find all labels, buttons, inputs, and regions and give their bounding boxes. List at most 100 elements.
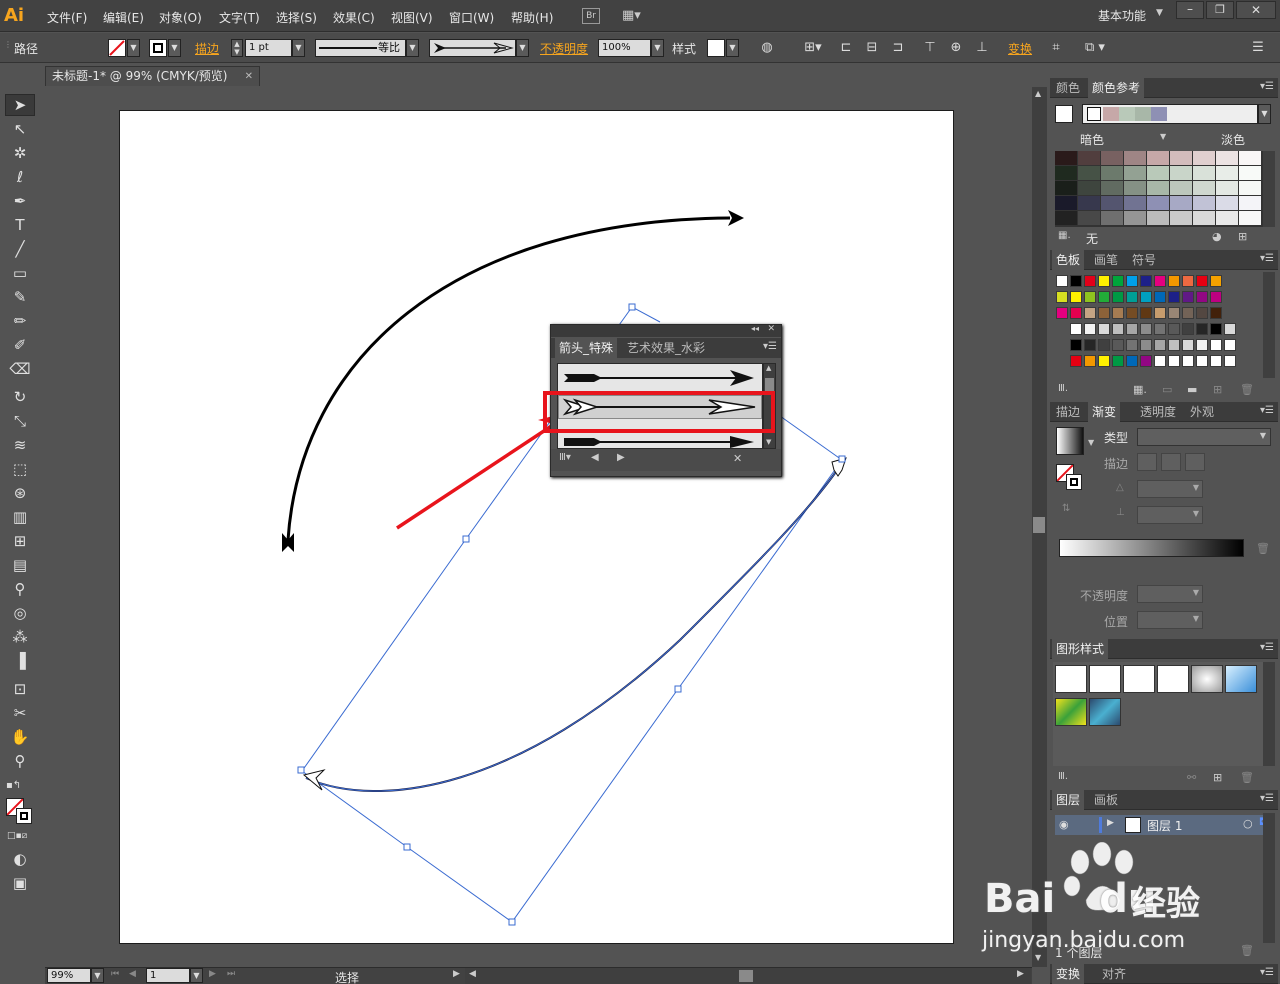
next-artboard-icon[interactable]: ▶ [209,969,216,979]
graphic-style-blue-texture[interactable] [1089,698,1121,726]
swatch[interactable] [1084,323,1096,335]
color-guide-cell[interactable] [1239,181,1261,195]
layers-scrollbar[interactable] [1263,813,1275,943]
swatch[interactable] [1168,323,1180,335]
gradient-position-input[interactable]: ▼ [1137,611,1203,629]
swatch[interactable] [1126,275,1138,287]
delete-graphic-style-icon[interactable]: 🗑 [1240,771,1254,784]
swatch[interactable] [1210,323,1222,335]
show-swatch-kinds-icon[interactable]: ▦. [1133,383,1147,396]
tab-color[interactable]: 颜色 [1052,78,1084,98]
color-guide-grid[interactable] [1055,151,1263,227]
color-guide-cell[interactable] [1055,151,1077,165]
gradient-type-select[interactable]: ▼ [1137,428,1271,446]
color-guide-cell[interactable] [1124,196,1146,210]
scroll-down-icon[interactable]: ▼ [766,438,771,446]
status-menu-arrow[interactable]: ▶ [453,969,460,979]
restore-button[interactable]: ❐ [1206,1,1234,19]
graphic-styles-scrollbar[interactable] [1263,662,1275,766]
delete-layer-icon[interactable]: 🗑 [1240,944,1254,957]
swatch[interactable] [1070,275,1082,287]
color-guide-cell[interactable] [1078,181,1100,195]
swatches-menu-icon[interactable]: ▾☰ [1260,253,1274,264]
first-artboard-icon[interactable]: ⏮ [111,969,119,979]
tab-swatches[interactable]: 色板 [1052,250,1085,270]
color-guide-cell[interactable] [1216,166,1238,180]
swatch[interactable] [1168,307,1180,319]
graphic-style-no-fill[interactable] [1157,665,1189,693]
color-guide-cell[interactable] [1055,181,1077,195]
swatch[interactable] [1182,355,1194,367]
gradient-menu-icon[interactable]: ▾☰ [1260,405,1274,416]
artwork-layer[interactable] [0,0,1032,966]
tab-brushes[interactable]: 画笔 [1090,250,1122,270]
horizontal-scrollbar[interactable]: ◀ ▶ [465,968,1031,984]
color-guide-cell[interactable] [1147,166,1169,180]
swatch[interactable] [1098,291,1110,303]
color-guide-cell[interactable] [1193,181,1215,195]
swatch[interactable] [1210,291,1222,303]
harmony-swatch[interactable] [1119,107,1135,121]
swatch[interactable] [1098,275,1110,287]
swatch[interactable] [1140,355,1152,367]
gradient-slider[interactable] [1059,539,1244,557]
swatch[interactable] [1112,291,1124,303]
swatch[interactable] [1154,323,1166,335]
color-guide-cell[interactable] [1078,151,1100,165]
swatch[interactable] [1210,275,1222,287]
swatch[interactable] [1196,323,1208,335]
tab-arrows-special[interactable]: 箭头_特殊 [555,338,618,358]
swatch[interactable] [1140,339,1152,351]
harmony-swatch[interactable] [1151,107,1167,121]
tab-stroke[interactable]: 描边 [1052,402,1084,422]
graphic-style-green-yellow[interactable] [1055,698,1087,726]
canvas-vertical-scrollbar[interactable]: ▲ ▼ [1032,87,1047,967]
color-guide-cell[interactable] [1124,181,1146,195]
delete-stop-icon[interactable]: 🗑 [1256,542,1270,555]
base-color-swatch[interactable] [1055,105,1073,123]
color-guide-cell[interactable] [1055,211,1077,225]
close-panel-icon[interactable]: ✕ [767,324,775,334]
tab-transparency[interactable]: 透明度 [1136,402,1180,422]
color-guide-cell[interactable] [1216,211,1238,225]
visibility-eye-icon[interactable]: ◉ [1059,818,1069,831]
swatches-grid[interactable] [1052,272,1262,380]
swatch[interactable] [1140,291,1152,303]
color-guide-cell[interactable] [1055,196,1077,210]
swatch[interactable] [1210,339,1222,351]
color-guide-cell[interactable] [1147,211,1169,225]
color-guide-cell[interactable] [1101,181,1123,195]
tab-layers[interactable]: 图层 [1052,790,1085,810]
graphic-styles-library-icon[interactable]: Ⅲ. [1058,771,1068,782]
close-window-button[interactable]: ✕ [1236,1,1276,19]
color-guide-cell[interactable] [1193,151,1215,165]
gradient-stroke-indicator[interactable] [1066,474,1082,490]
color-guide-cell[interactable] [1147,181,1169,195]
swatch[interactable] [1154,291,1166,303]
color-guide-cell[interactable] [1101,196,1123,210]
swatch[interactable] [1084,355,1096,367]
swatch[interactable] [1126,355,1138,367]
color-guide-cell[interactable] [1078,196,1100,210]
swatch[interactable] [1112,355,1124,367]
swatch[interactable] [1112,275,1124,287]
control-bar-menu-icon[interactable]: ☰ [1250,40,1266,56]
swatch[interactable] [1182,323,1194,335]
swatch[interactable] [1182,291,1194,303]
swatch[interactable] [1140,323,1152,335]
color-guide-cell[interactable] [1170,196,1192,210]
scroll-right-icon[interactable]: ▶ [1017,969,1024,979]
swatch[interactable] [1056,291,1068,303]
expand-layer-icon[interactable]: ▶ [1107,818,1114,828]
previous-artboard-icon[interactable]: ◀ [129,969,136,979]
edit-colors-icon[interactable]: ◕ [1212,230,1222,243]
swatch[interactable] [1098,307,1110,319]
swatch[interactable] [1084,307,1096,319]
swatch[interactable] [1196,339,1208,351]
swatch[interactable] [1070,355,1082,367]
swatch[interactable] [1098,339,1110,351]
gradient-preview-swatch[interactable] [1056,427,1084,455]
swatch[interactable] [1224,323,1236,335]
swatch[interactable] [1112,339,1124,351]
horizontal-scroll-thumb[interactable] [739,970,753,982]
